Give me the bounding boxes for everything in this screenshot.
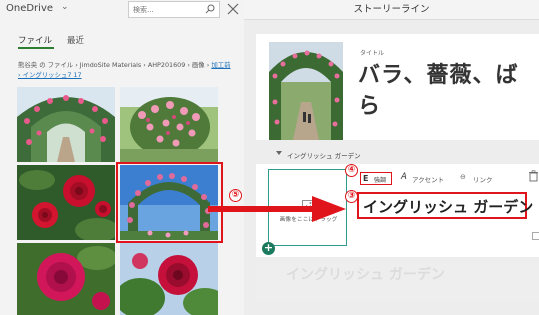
accent-icon[interactable]: A [401, 172, 407, 182]
chevron-down-icon[interactable]: ⌄ [61, 2, 69, 12]
accent-button[interactable]: アクセント [412, 174, 444, 184]
search-icon[interactable] [204, 3, 216, 15]
thumbnail-rose-arch-path[interactable] [17, 87, 115, 162]
card-checkbox[interactable] [532, 232, 539, 240]
search-box[interactable] [128, 1, 220, 18]
step-4-badge: ④ [345, 164, 358, 177]
title-card-image[interactable] [269, 42, 343, 140]
thumbnail-red-rose-bud[interactable] [120, 243, 218, 315]
thumbnail-rose-garden-pink[interactable] [120, 87, 218, 162]
heading-text[interactable]: イングリッシュ ガーデン [363, 196, 533, 217]
storyline-header: ストーリーライン [244, 0, 539, 20]
breadcrumb-path[interactable]: 熊谷央 の ファイル › JimdoSite Materials › AHP20… [18, 61, 211, 69]
thumbnail-pink-rose-single[interactable] [17, 243, 115, 315]
picker-header: OneDrive ⌄ [0, 0, 244, 20]
emphasis-label: 強調 [374, 177, 387, 184]
search-input[interactable] [133, 4, 197, 16]
link-button[interactable]: リンク [473, 174, 493, 184]
onedrive-title[interactable]: OneDrive [6, 3, 53, 14]
section-label[interactable]: イングリッシュ ガーデン [287, 150, 361, 160]
section-header[interactable]: イングリッシュ ガーデン [256, 150, 539, 162]
heading-text-box[interactable]: イングリッシュ ガーデン [357, 192, 533, 219]
active-tab-indicator [18, 47, 54, 49]
card-preview-strip: イングリッシュ ガーデン [256, 262, 539, 302]
tab-files[interactable]: ファイル [18, 34, 52, 46]
add-card-button[interactable]: + [262, 242, 275, 255]
emphasis-icon: E [363, 174, 369, 183]
close-icon[interactable] [226, 2, 240, 16]
breadcrumb: 熊谷央 の ファイル › JimdoSite Materials › AHP20… [18, 60, 234, 80]
title-card-kind-label: タイトル [360, 50, 385, 57]
caret-down-icon[interactable] [276, 151, 282, 155]
onedrive-picker-pane: OneDrive ⌄ ファイル 最近 熊谷央 の ファイル › JimdoSit… [0, 0, 244, 315]
link-icon[interactable]: ⊖ [460, 173, 466, 181]
thumbnail-red-roses-closeup[interactable] [17, 165, 115, 240]
emphasis-button[interactable]: E 強調 [360, 172, 392, 185]
step-5-badge: ⑤ [229, 189, 242, 202]
selected-thumbnail-highlight [116, 162, 223, 243]
tab-recent[interactable]: 最近 [67, 34, 84, 46]
watermark-text: イングリッシュ ガーデン [286, 267, 445, 283]
trash-icon[interactable] [528, 170, 539, 182]
step-3-badge: ③ [345, 190, 358, 203]
title-card-text[interactable]: バラ、薔薇、ばら [358, 60, 538, 122]
